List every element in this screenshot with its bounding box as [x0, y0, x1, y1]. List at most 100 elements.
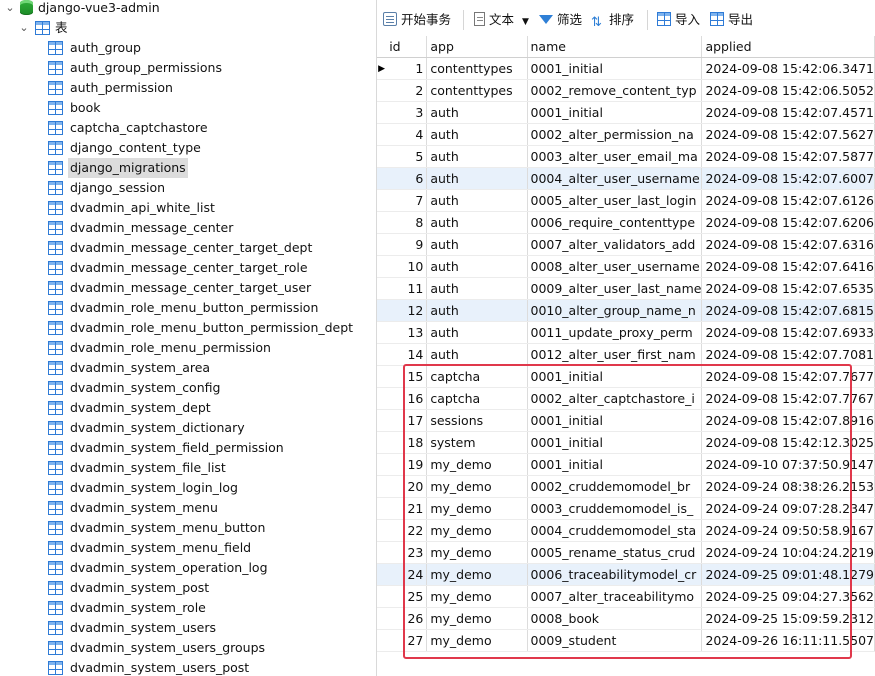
cell-app[interactable]: auth	[426, 233, 528, 256]
cell-app[interactable]: my_demo	[426, 541, 528, 564]
cell-name[interactable]: 0005_rename_status_crud	[527, 541, 703, 564]
cell-name[interactable]: 0001_initial	[527, 101, 703, 124]
chevron-down-icon[interactable]: ▼	[522, 17, 529, 27]
cell-id[interactable]: 18	[386, 431, 428, 454]
cell-app[interactable]: auth	[426, 277, 528, 300]
tree-item-table[interactable]: dvadmin_system_file_list	[48, 458, 368, 478]
cell-name[interactable]: 0005_alter_user_last_login	[527, 189, 703, 212]
cell-id[interactable]: 2	[386, 79, 428, 102]
cell-app[interactable]: auth	[426, 189, 528, 212]
cell-applied[interactable]: 2024-09-08 15:42:07.6126	[701, 189, 875, 212]
cell-id[interactable]: 20	[386, 475, 428, 498]
cell-id[interactable]: 5	[386, 145, 428, 168]
table-row[interactable]: 26 my_demo 0008_book 2024-09-25 15:09:59.23…	[377, 607, 875, 630]
cell-applied[interactable]: 2024-09-08 15:42:07.7081	[701, 343, 875, 366]
chevron-down-icon[interactable]: ⌄	[4, 0, 16, 18]
cell-id[interactable]: 10	[386, 255, 428, 278]
cell-app[interactable]: contenttypes	[426, 79, 528, 102]
table-row[interactable]: 22 my_demo 0004_cruddemomodel_sta 2024-09-2…	[377, 519, 875, 542]
cell-app[interactable]: my_demo	[426, 475, 528, 498]
table-row[interactable]: 15 captcha 0001_initial 2024-09-08 15:42:07…	[377, 365, 875, 388]
cell-id[interactable]: 9	[386, 233, 428, 256]
tree-item-table[interactable]: dvadmin_system_dept	[48, 398, 368, 418]
chevron-down-icon[interactable]: ⌄	[18, 18, 30, 38]
cell-applied[interactable]: 2024-09-08 15:42:07.4571	[701, 101, 875, 124]
table-row[interactable]: 8 auth 0006_require_contenttype 2024-09-08 …	[377, 211, 875, 234]
cell-app[interactable]: auth	[426, 101, 528, 124]
cell-applied[interactable]: 2024-09-08 15:42:07.8916	[701, 409, 875, 432]
cell-name[interactable]: 0002_remove_content_typ	[527, 79, 703, 102]
tree-item-table[interactable]: dvadmin_system_menu	[48, 498, 368, 518]
cell-id[interactable]: 15	[386, 365, 428, 388]
tree-item-table[interactable]: dvadmin_role_menu_button_permission_dept	[48, 318, 368, 338]
cell-app[interactable]: captcha	[426, 387, 528, 410]
cell-applied[interactable]: 2024-09-24 10:04:24.2219	[701, 541, 875, 564]
cell-name[interactable]: 0003_alter_user_email_ma	[527, 145, 703, 168]
cell-app[interactable]: my_demo	[426, 563, 528, 586]
cell-applied[interactable]: 2024-09-25 09:01:48.1279	[701, 563, 875, 586]
cell-name[interactable]: 0001_initial	[527, 365, 703, 388]
cell-app[interactable]: auth	[426, 321, 528, 344]
cell-name[interactable]: 0010_alter_group_name_n	[527, 299, 703, 322]
cell-applied[interactable]: 2024-09-08 15:42:07.6007	[701, 167, 875, 190]
tree-item-table[interactable]: dvadmin_api_white_list	[48, 198, 368, 218]
cell-name[interactable]: 0009_student	[527, 629, 703, 652]
cell-name[interactable]: 0006_traceabilitymodel_cr	[527, 563, 703, 586]
table-row[interactable]: 7 auth 0005_alter_user_last_login 2024-09-0…	[377, 189, 875, 212]
cell-name[interactable]: 0002_alter_captchastore_i	[527, 387, 703, 410]
cell-id[interactable]: 22	[386, 519, 428, 542]
cell-id[interactable]: 11	[386, 277, 428, 300]
table-row[interactable]: 18 system 0001_initial 2024-09-08 15:42:12.…	[377, 431, 875, 454]
column-header-id[interactable]: id	[386, 36, 428, 58]
tree-item-table[interactable]: auth_permission	[48, 78, 368, 98]
cell-app[interactable]: auth	[426, 123, 528, 146]
tree-item-table[interactable]: dvadmin_system_users_groups	[48, 638, 368, 658]
tree-item-table[interactable]: dvadmin_role_menu_button_permission	[48, 298, 368, 318]
table-row[interactable]: 17 sessions 0001_initial 2024-09-08 15:42:0…	[377, 409, 875, 432]
cell-name[interactable]: 0008_book	[527, 607, 703, 630]
cell-applied[interactable]: 2024-09-25 09:04:27.3562	[701, 585, 875, 608]
table-row[interactable]: 23 my_demo 0005_rename_status_crud 2024-09-…	[377, 541, 875, 564]
tree-item-table[interactable]: auth_group_permissions	[48, 58, 368, 78]
cell-applied[interactable]: 2024-09-08 15:42:12.3025	[701, 431, 875, 454]
cell-name[interactable]: 0008_alter_user_username	[527, 255, 703, 278]
table-row[interactable]: 3 auth 0001_initial 2024-09-08 15:42:07.457…	[377, 101, 875, 124]
tree-item-table[interactable]: dvadmin_system_login_log	[48, 478, 368, 498]
cell-applied[interactable]: 2024-09-08 15:42:07.5877	[701, 145, 875, 168]
cell-applied[interactable]: 2024-09-08 15:42:07.5627	[701, 123, 875, 146]
cell-id[interactable]: 4	[386, 123, 428, 146]
table-row[interactable]: 14 auth 0012_alter_user_first_nam 2024-09-0…	[377, 343, 875, 366]
table-row[interactable]: 27 my_demo 0009_student 2024-09-26 16:11:11…	[377, 629, 875, 652]
tree-item-table[interactable]: dvadmin_system_area	[48, 358, 368, 378]
table-row[interactable]: 20 my_demo 0002_cruddemomodel_br 2024-09-24…	[377, 475, 875, 498]
cell-applied[interactable]: 2024-09-24 09:07:28.2347	[701, 497, 875, 520]
cell-app[interactable]: auth	[426, 211, 528, 234]
sort-button[interactable]: ⇅ 排序	[591, 10, 634, 30]
cell-app[interactable]: my_demo	[426, 453, 528, 476]
cell-applied[interactable]: 2024-09-08 15:42:07.7767	[701, 387, 875, 410]
table-row[interactable]: 6 auth 0004_alter_user_username 2024-09-08 …	[377, 167, 875, 190]
cell-name[interactable]: 0001_initial	[527, 431, 703, 454]
column-header-app[interactable]: app	[426, 36, 528, 58]
cell-applied[interactable]: 2024-09-10 07:37:50.9147	[701, 453, 875, 476]
cell-app[interactable]: captcha	[426, 365, 528, 388]
tree-item-table[interactable]: dvadmin_system_dictionary	[48, 418, 368, 438]
tree-item-table[interactable]: auth_group	[48, 38, 368, 58]
table-row[interactable]: 25 my_demo 0007_alter_traceabilitymo 2024-0…	[377, 585, 875, 608]
cell-applied[interactable]: 2024-09-08 15:42:06.5052	[701, 79, 875, 102]
cell-id[interactable]: 8	[386, 211, 428, 234]
table-row[interactable]: 21 my_demo 0003_cruddemomodel_is_ 2024-09-2…	[377, 497, 875, 520]
cell-name[interactable]: 0002_alter_permission_na	[527, 123, 703, 146]
cell-app[interactable]: my_demo	[426, 629, 528, 652]
tree-item-table[interactable]: dvadmin_system_post	[48, 578, 368, 598]
cell-app[interactable]: auth	[426, 343, 528, 366]
table-row[interactable]: 10 auth 0008_alter_user_username 2024-09-08…	[377, 255, 875, 278]
cell-name[interactable]: 0001_initial	[527, 409, 703, 432]
tree-item-table[interactable]: dvadmin_system_menu_field	[48, 538, 368, 558]
cell-name[interactable]: 0009_alter_user_last_name	[527, 277, 703, 300]
cell-id[interactable]: 14	[386, 343, 428, 366]
tree-item-table[interactable]: dvadmin_system_role	[48, 598, 368, 618]
cell-applied[interactable]: 2024-09-24 09:50:58.9167	[701, 519, 875, 542]
import-button[interactable]: 导入	[657, 10, 700, 30]
cell-id[interactable]: 27	[386, 629, 428, 652]
